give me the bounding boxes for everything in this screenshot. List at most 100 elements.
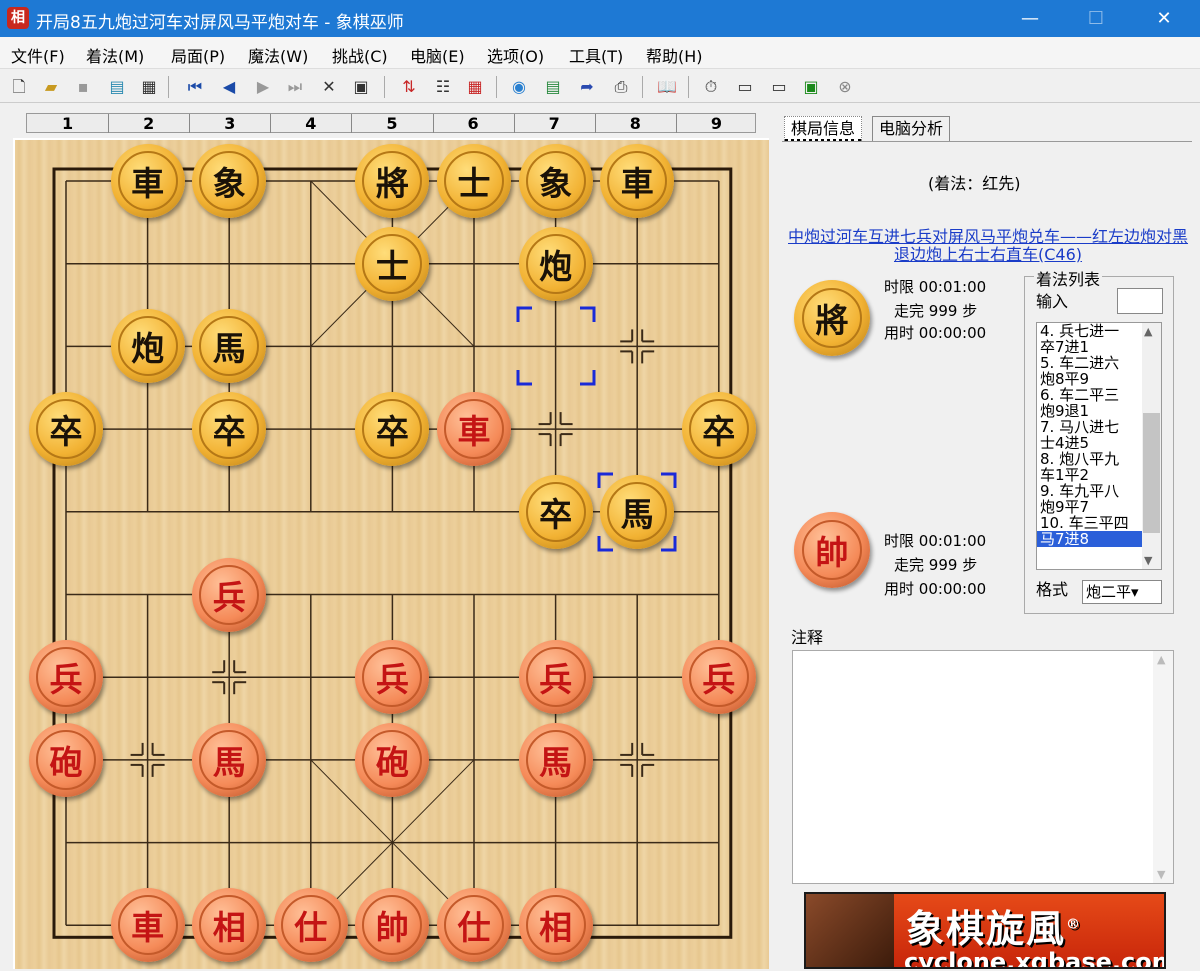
menu-tools[interactable]: 工具(T)	[569, 43, 623, 67]
banner-url: cyclone.xqbase.com	[904, 948, 1166, 969]
red-piece[interactable]: 馬	[518, 722, 593, 797]
timer-icon[interactable]: ⏱	[700, 76, 722, 98]
black-piece[interactable]: 卒	[29, 392, 103, 467]
red-piece[interactable]: 馬	[192, 722, 267, 797]
black-piece[interactable]: 士	[437, 144, 511, 218]
red-piece[interactable]: 相	[518, 888, 593, 963]
tab-engine-analysis[interactable]: 电脑分析	[872, 116, 951, 142]
black-piece[interactable]: 炮	[110, 309, 185, 384]
next-move-icon[interactable]: ▶	[252, 76, 274, 98]
last-move-icon[interactable]: ⏭	[284, 76, 306, 98]
ruler-label: 3	[224, 114, 236, 133]
scroll-down-icon[interactable]: ▼	[1157, 868, 1165, 881]
menu-computer[interactable]: 电脑(E)	[410, 43, 465, 67]
export-icon[interactable]: ➦	[576, 76, 598, 98]
red-piece[interactable]: 仕	[273, 888, 348, 963]
move-list-title: 着法列表	[1034, 266, 1103, 290]
black-piece[interactable]: 卒	[518, 474, 593, 549]
chart-icon[interactable]: ▣	[800, 76, 822, 98]
red-piece[interactable]: 車	[110, 888, 185, 963]
opening-name-link[interactable]: 中炮过河车互进七兵对屏风马平炮兑车——红左边炮对黑退边炮上右士右直车(C46)	[788, 228, 1188, 264]
board-edit-icon[interactable]: ▦	[464, 76, 486, 98]
maximize-button[interactable]: ☐	[1066, 0, 1126, 37]
red-time-used: 用时 00:00:00	[884, 580, 987, 598]
black-piece[interactable]: 象	[192, 144, 267, 218]
menu-options[interactable]: 选项(O)	[487, 43, 544, 67]
red-piece[interactable]: 車	[437, 392, 511, 467]
tree-icon[interactable]: ☷	[432, 76, 454, 98]
scroll-up-icon[interactable]: ▲	[1157, 653, 1165, 666]
stop-icon[interactable]: ⊗	[834, 76, 856, 98]
notes-label: 注释	[791, 628, 824, 647]
paste-icon[interactable]: ▣	[350, 76, 372, 98]
ruler-label: 9	[710, 114, 722, 133]
title-bar: 相 开局8五九炮过河车对屏风马平炮对车 - 象棋巫师 — ☐ ✕	[0, 0, 1200, 37]
ruler-label: 4	[305, 114, 317, 133]
red-piece[interactable]: 砲	[355, 722, 430, 797]
notes-textarea[interactable]: ▲ ▼	[792, 650, 1174, 884]
ruler-label: 7	[548, 114, 560, 133]
open-folder-icon[interactable]: ▰	[40, 76, 62, 98]
tab-game-info[interactable]: 棋局信息	[784, 116, 863, 142]
red-side-piece: 帥	[794, 512, 870, 588]
black-piece[interactable]: 馬	[600, 474, 675, 549]
close-button[interactable]: ✕	[1134, 0, 1194, 37]
ruler-label: 8	[629, 114, 641, 133]
window-title: 开局8五九炮过河车对屏风马平炮对车 - 象棋巫师	[36, 13, 404, 33]
notebook-icon[interactable]: ▤	[106, 76, 128, 98]
swap-icon[interactable]: ⇅	[398, 76, 420, 98]
file-ruler: 1 2 3 4 5 6 7 8 9	[26, 113, 756, 133]
cyclone-banner[interactable]: 象棋旋風® cyclone.xqbase.com	[804, 892, 1166, 969]
book-icon[interactable]: 📖	[656, 76, 678, 98]
red-piece[interactable]: 仕	[437, 888, 511, 963]
minimize-button[interactable]: —	[1000, 0, 1060, 37]
red-piece[interactable]: 砲	[29, 722, 103, 797]
new-file-icon[interactable]: 🗋	[8, 76, 30, 98]
black-piece[interactable]: 士	[355, 226, 430, 301]
scroll-up-icon[interactable]: ▲	[1144, 325, 1152, 338]
move-input[interactable]	[1117, 288, 1163, 314]
black-piece[interactable]: 車	[600, 144, 675, 218]
black-time-used: 用时 00:00:00	[884, 324, 987, 342]
menu-challenge[interactable]: 挑战(C)	[332, 43, 388, 67]
menu-magic[interactable]: 魔法(W)	[248, 43, 308, 67]
first-move-icon[interactable]: ⏮	[184, 76, 206, 98]
black-piece[interactable]: 炮	[518, 226, 593, 301]
black-side-piece: 將	[794, 280, 870, 356]
print-icon[interactable]: ⎙	[610, 76, 632, 98]
properties-icon[interactable]: ▦	[138, 76, 160, 98]
red-piece[interactable]: 兵	[681, 640, 756, 715]
black-piece[interactable]: 車	[110, 144, 185, 218]
black-piece[interactable]: 將	[355, 144, 430, 218]
engine1-icon[interactable]: ▭	[734, 76, 756, 98]
move-turn-label: (着法：红先)	[928, 174, 1021, 193]
analyze-icon[interactable]: ▤	[542, 76, 564, 98]
scroll-thumb[interactable]	[1143, 413, 1160, 533]
menu-file[interactable]: 文件(F)	[11, 43, 65, 67]
move-list-scrollbar[interactable]: ▲ ▼	[1142, 323, 1161, 569]
menu-help[interactable]: 帮助(H)	[646, 43, 703, 67]
black-moves: 走完 999 步	[894, 302, 978, 320]
menu-bar: 文件(F) 着法(M) 局面(P) 魔法(W) 挑战(C) 电脑(E) 选项(O…	[0, 37, 1200, 69]
color-wheel-icon[interactable]: ◉	[508, 76, 530, 98]
menu-position[interactable]: 局面(P)	[171, 43, 225, 67]
red-piece[interactable]: 兵	[518, 640, 593, 715]
red-piece[interactable]: 兵	[192, 557, 267, 632]
banner-logo	[806, 894, 894, 967]
red-piece[interactable]: 兵	[29, 640, 103, 715]
chess-board[interactable]: 車象將士象車士炮炮馬卒卒卒車卒卒馬兵兵兵兵兵砲馬砲馬車相仕帥仕相	[13, 138, 769, 969]
delete-icon[interactable]: ✕	[318, 76, 340, 98]
ruler-label: 1	[61, 114, 74, 133]
black-piece[interactable]: 卒	[192, 392, 267, 467]
save-icon[interactable]: ▪	[72, 76, 94, 98]
black-piece[interactable]: 卒	[681, 392, 756, 467]
menu-moves[interactable]: 着法(M)	[86, 43, 144, 67]
engine2-icon[interactable]: ▭	[768, 76, 790, 98]
format-select[interactable]: 炮二平▾	[1082, 580, 1162, 604]
red-piece[interactable]: 相	[192, 888, 267, 963]
notes-scrollbar[interactable]: ▲ ▼	[1153, 651, 1173, 883]
scroll-down-icon[interactable]: ▼	[1144, 554, 1152, 567]
prev-move-icon[interactable]: ◀	[218, 76, 240, 98]
black-piece[interactable]: 卒	[355, 392, 430, 467]
black-piece[interactable]: 象	[518, 144, 593, 218]
